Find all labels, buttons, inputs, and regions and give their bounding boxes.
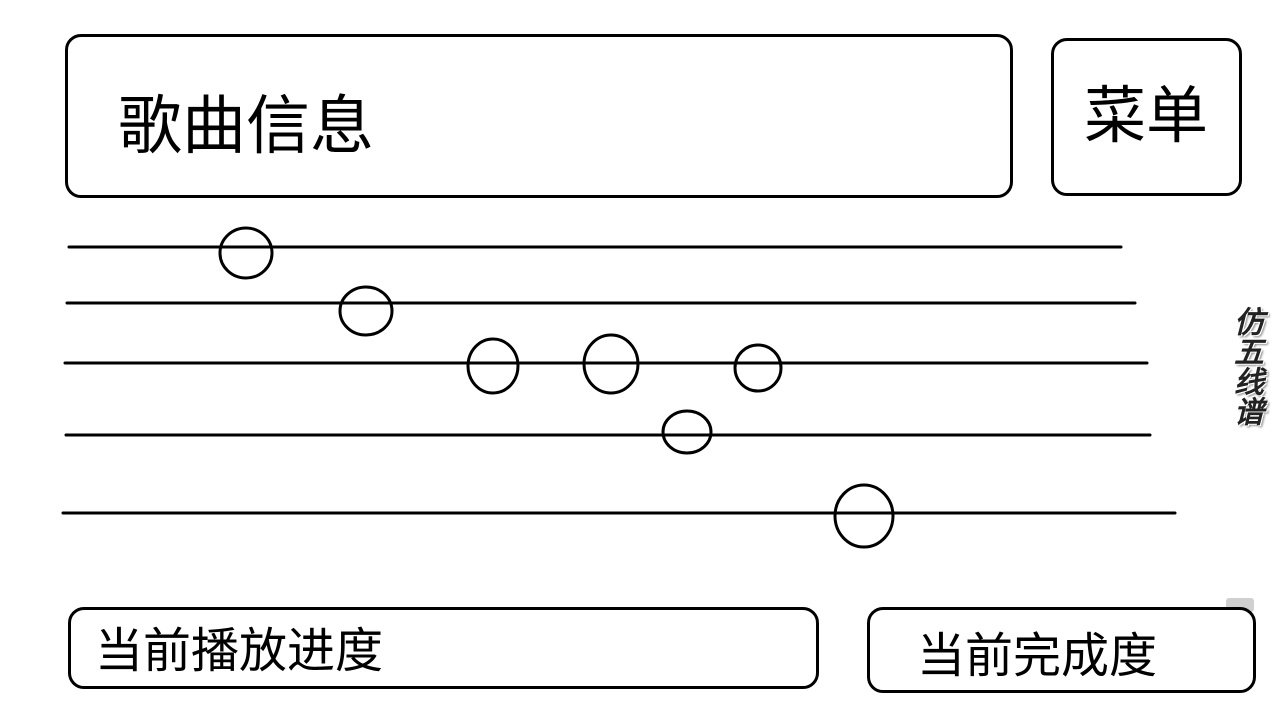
note-7[interactable] <box>833 483 895 549</box>
note-5[interactable] <box>733 343 783 393</box>
playback-progress-panel: 当前播放进度 <box>68 607 819 689</box>
note-3[interactable] <box>466 337 520 395</box>
side-title: 仿五线谱 <box>1228 306 1263 426</box>
playback-progress-label: 当前播放进度 <box>95 623 384 679</box>
note-1[interactable] <box>218 226 274 280</box>
note-2[interactable] <box>338 285 394 337</box>
completion-panel: 当前完成度 <box>867 607 1256 693</box>
note-6[interactable] <box>661 409 713 455</box>
completion-label: 当前完成度 <box>917 628 1158 684</box>
